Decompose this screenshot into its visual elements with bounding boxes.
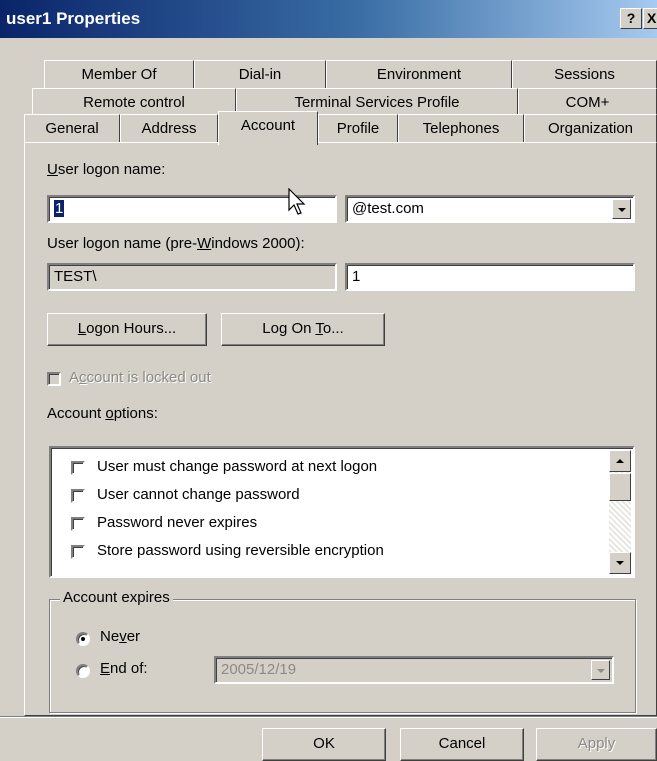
chevron-down-icon[interactable] — [591, 660, 610, 680]
option-checkbox[interactable] — [71, 545, 85, 559]
logon-name-label: User logon name: — [47, 161, 166, 178]
account-expires-label: Account expires — [60, 589, 173, 606]
chevron-down-icon[interactable] — [612, 199, 631, 219]
tab-dial-in[interactable]: Dial-in — [194, 60, 326, 90]
option-checkbox[interactable] — [71, 517, 85, 531]
option-label: User cannot change password — [97, 486, 300, 503]
account-expires-group: Account expires Never End of: 2005/12/19 — [49, 589, 636, 713]
tab-telephones[interactable]: Telephones — [398, 114, 524, 144]
mouse-cursor-icon — [288, 188, 306, 215]
option-label: Store password using reversible encrypti… — [97, 542, 384, 559]
never-radio[interactable] — [76, 632, 90, 646]
domain-value: @test.com — [352, 200, 424, 217]
scroll-up-icon[interactable] — [609, 450, 631, 472]
account-options-label: Account options: — [47, 405, 158, 422]
cancel-button[interactable]: Cancel — [400, 728, 524, 761]
footer-separator — [0, 716, 657, 718]
pre2000-domain-field: TEST\ — [47, 263, 337, 291]
apply-button[interactable]: Apply — [536, 728, 657, 761]
end-of-radio[interactable] — [76, 664, 90, 678]
never-label: Never — [100, 628, 141, 645]
tab-sessions[interactable]: Sessions — [512, 60, 657, 90]
close-button[interactable]: X — [643, 8, 657, 29]
end-of-label: End of: — [100, 660, 148, 677]
option-label: Password never expires — [97, 514, 258, 531]
end-date-value: 2005/12/19 — [221, 661, 297, 678]
logon-hours-button[interactable]: Logon Hours... — [47, 313, 207, 346]
account-options-list[interactable]: User must change password at next logon … — [49, 446, 635, 578]
tab-general[interactable]: General — [24, 114, 120, 144]
tab-account[interactable]: Account — [218, 111, 318, 145]
tab-member-of[interactable]: Member Of — [44, 60, 194, 90]
option-label: User must change password at next logon — [97, 458, 378, 475]
options-scrollbar[interactable] — [609, 450, 631, 574]
scroll-down-icon[interactable] — [609, 552, 631, 574]
account-locked-checkbox[interactable] — [47, 372, 61, 386]
pre2000-label: User logon name (pre-Windows 2000): — [47, 235, 305, 252]
pre2000-username-input[interactable]: 1 — [345, 263, 635, 291]
tab-address[interactable]: Address — [120, 114, 218, 144]
log-on-to-button[interactable]: Log On To... — [221, 313, 385, 346]
option-checkbox[interactable] — [71, 461, 85, 475]
tab-environment[interactable]: Environment — [326, 60, 512, 90]
tab-organization[interactable]: Organization — [524, 114, 657, 144]
end-date-picker[interactable]: 2005/12/19 — [214, 656, 614, 684]
account-panel: User logon name: 1 @test.com User logon … — [24, 142, 657, 716]
account-locked-label: Account is locked out — [69, 369, 211, 386]
option-checkbox[interactable] — [71, 489, 85, 503]
ok-button[interactable]: OK — [262, 728, 386, 761]
scroll-thumb[interactable] — [609, 473, 631, 501]
window-title: user1 Properties — [6, 9, 141, 28]
title-bar: user1 Properties ? X — [0, 0, 657, 38]
tab-profile[interactable]: Profile — [318, 114, 398, 144]
domain-select[interactable]: @test.com — [345, 195, 635, 223]
help-button[interactable]: ? — [620, 8, 642, 29]
